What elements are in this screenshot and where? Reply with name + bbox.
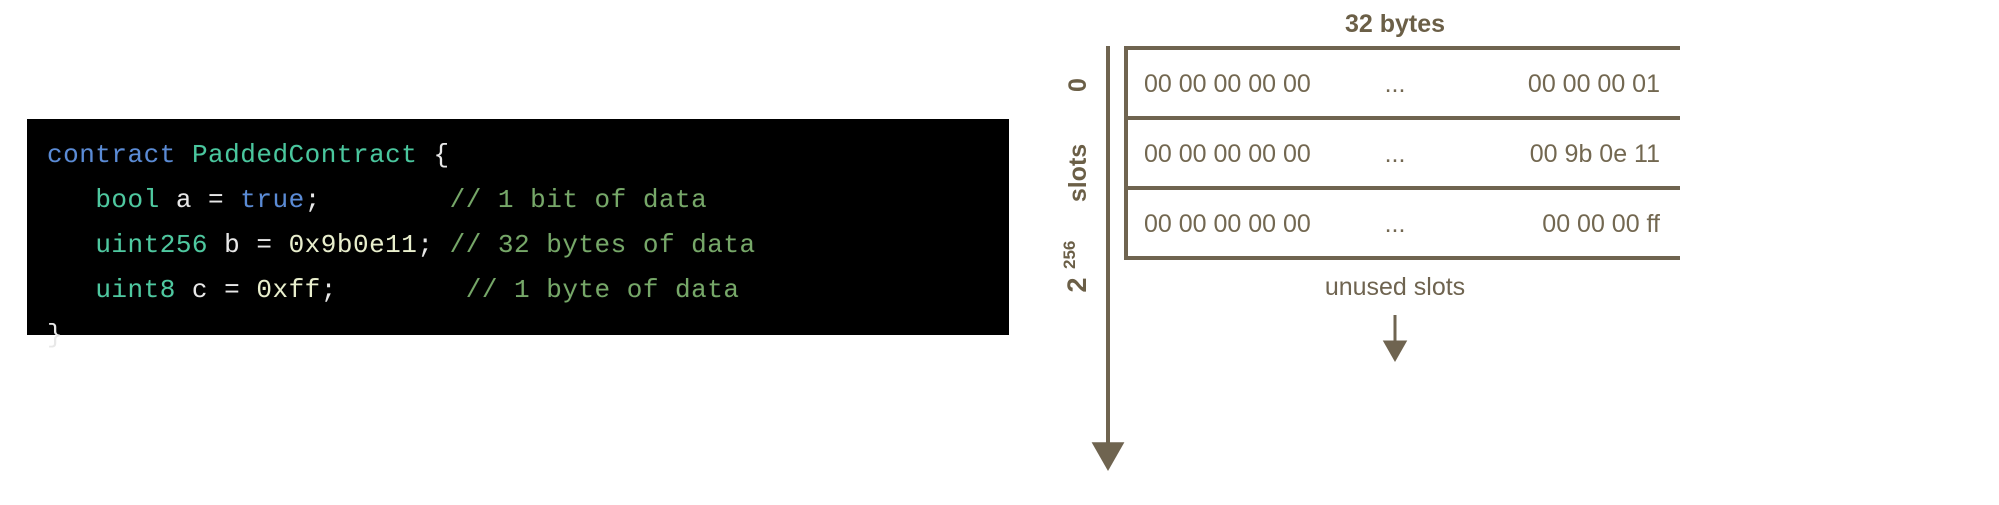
table-row: 00 00 00 00 00 ... 00 9b 0e 11 [1144,140,1660,168]
axis-label-2-pow-256: 2 256 [1060,241,1092,293]
code-token-comment: // 32 bytes of data [449,230,756,260]
row-left-bytes: 00 00 00 00 00 [1144,210,1311,238]
code-token-plain: a [159,185,209,215]
axis-label-slots: slots [1064,144,1092,202]
axis-label-zero: 0 [1064,78,1092,92]
table-row: 00 00 00 00 00 ... 00 00 00 01 [1144,70,1660,98]
row-right-bytes: 00 9b 0e 11 [1530,140,1660,168]
code-token-plain: = [256,230,289,260]
code-token-type: uint256 [95,230,209,260]
row-ellipsis: ... [1385,70,1406,98]
code-line: uint256 b = 0x9b0e11; // 32 bytes of dat… [47,223,1009,268]
code-token-plain: ; [304,185,450,215]
row-right-bytes: 00 00 00 01 [1528,70,1660,98]
code-token-num: 0x9b0e11 [288,230,418,260]
code-token-kw: true [240,185,305,215]
table-row: 00 00 00 00 00 ... 00 00 00 ff [1144,210,1660,238]
code-token-plain: b [208,230,257,260]
code-token-comment: // 1 byte of data [465,275,740,305]
code-line: contract PaddedContract { [47,133,1009,178]
row-left-bytes: 00 00 00 00 00 [1144,140,1311,168]
code-token-plain: ; [417,230,450,260]
row-ellipsis: ... [1385,210,1406,238]
row-ellipsis: ... [1385,140,1406,168]
code-line: bool a = true; // 1 bit of data [47,178,1009,223]
unused-slots-label: unused slots [1325,273,1465,301]
code-token-plain: = [224,275,257,305]
code-line: uint8 c = 0xff; // 1 byte of data [47,268,1009,313]
code-token-kw: contract [47,140,192,170]
code-token-plain: } [47,320,64,350]
code-token-num: 0xff [256,275,321,305]
storage-slots-diagram: 32 bytes 0 slots 2 256 00 00 00 00 00 ..… [1060,0,1680,505]
axis-label-2-pow-256-exponent: 256 [1060,241,1079,269]
code-token-plain: c [175,275,225,305]
row-left-bytes: 00 00 00 00 00 [1144,70,1311,98]
axis-label-2-pow-256-base: 2 [1062,277,1092,292]
code-block: contract PaddedContract { bool a = true;… [27,119,1009,350]
code-token-plain: = [208,185,241,215]
code-token-name: PaddedContract [191,140,418,170]
row-right-bytes: 00 00 00 ff [1542,210,1660,238]
code-token-comment: // 1 bit of data [449,185,708,215]
code-token-plain: ; [320,275,466,305]
header-32-bytes: 32 bytes [1345,10,1445,38]
code-token-plain: { [417,140,450,170]
code-token-type: bool [95,185,160,215]
code-line: } [47,313,1009,358]
code-token-type: uint8 [95,275,176,305]
